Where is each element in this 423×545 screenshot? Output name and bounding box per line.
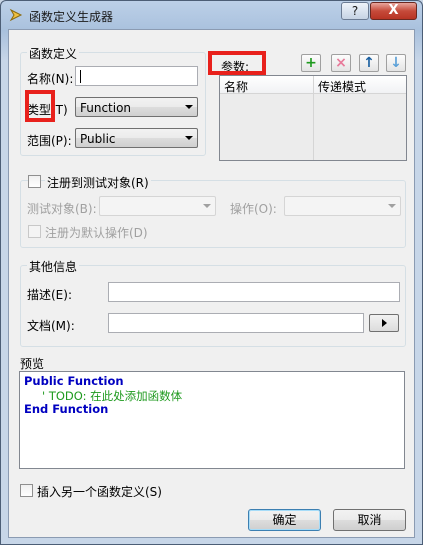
move-down-button[interactable]: ↓ [386,54,406,72]
operation-label: 操作(O): [230,202,277,216]
documentation-input[interactable] [108,313,364,333]
other-info-group: 其他信息 [20,258,406,347]
move-up-button[interactable]: ↑ [359,54,379,72]
insert-another-label[interactable]: 插入另一个函数定义(S) [37,483,162,500]
column-divider[interactable] [313,76,314,160]
type-select[interactable]: Function [75,97,198,117]
documentation-expand-button[interactable] [369,314,399,332]
register-checkbox-label[interactable]: 注册到测试对象(R) [45,174,151,191]
params-grid[interactable]: 名称 传递模式 [219,75,407,161]
dialog-client: 函数定义 名称(N): 类型(T) Function 范围(P): Public… [8,29,415,538]
highlight-box-params [208,51,266,75]
close-button[interactable]: X [370,2,417,20]
app-icon [9,8,23,22]
highlight-box-type [25,90,55,122]
add-param-button[interactable]: + [301,54,321,72]
cancel-button[interactable]: 取消 [333,509,406,531]
test-object-select[interactable] [99,196,216,216]
description-input[interactable] [108,282,400,302]
chevron-down-icon [185,136,193,140]
column-header-mode[interactable]: 传递模式 [318,78,366,95]
title-bar[interactable]: 函数定义生成器 ? X [1,1,422,29]
name-input[interactable] [75,66,198,86]
window-title: 函数定义生成器 [29,10,114,24]
documentation-label: 文档(M): [27,319,75,333]
name-label: 名称(N): [27,72,74,86]
scope-select[interactable]: Public [75,128,198,148]
preview-line-end: End Function [24,402,109,416]
register-checkbox[interactable] [28,175,41,188]
other-info-group-title: 其他信息 [27,258,80,275]
type-select-value: Function [80,101,132,115]
dialog-window: 函数定义生成器 ? X 函数定义 名称(N): 类型(T) Function 范… [0,0,423,545]
help-button[interactable]: ? [341,2,369,20]
scope-select-value: Public [80,132,116,146]
preview-box[interactable]: Public Function ' TODO: 在此处添加函数体 End Fun… [19,371,405,469]
default-operation-checkbox[interactable] [28,225,41,238]
chevron-down-icon [185,105,193,109]
remove-param-button[interactable]: × [331,54,351,72]
play-arrow-icon [382,319,387,327]
preview-line-start: Public Function [24,374,124,388]
insert-another-checkbox[interactable] [20,484,33,497]
test-object-label: 测试对象(B): [27,202,97,216]
default-operation-label[interactable]: 注册为默认操作(D) [45,224,148,241]
chevron-down-icon [203,204,211,208]
definition-group-title: 函数定义 [27,45,80,62]
chevron-down-icon [388,204,396,208]
text-caret [80,70,81,83]
column-header-name[interactable]: 名称 [224,78,248,95]
scope-label: 范围(P): [27,134,72,148]
ok-button[interactable]: 确定 [248,509,321,531]
operation-select[interactable] [284,196,401,216]
description-label: 描述(E): [27,288,72,302]
preview-label: 预览 [20,357,45,371]
